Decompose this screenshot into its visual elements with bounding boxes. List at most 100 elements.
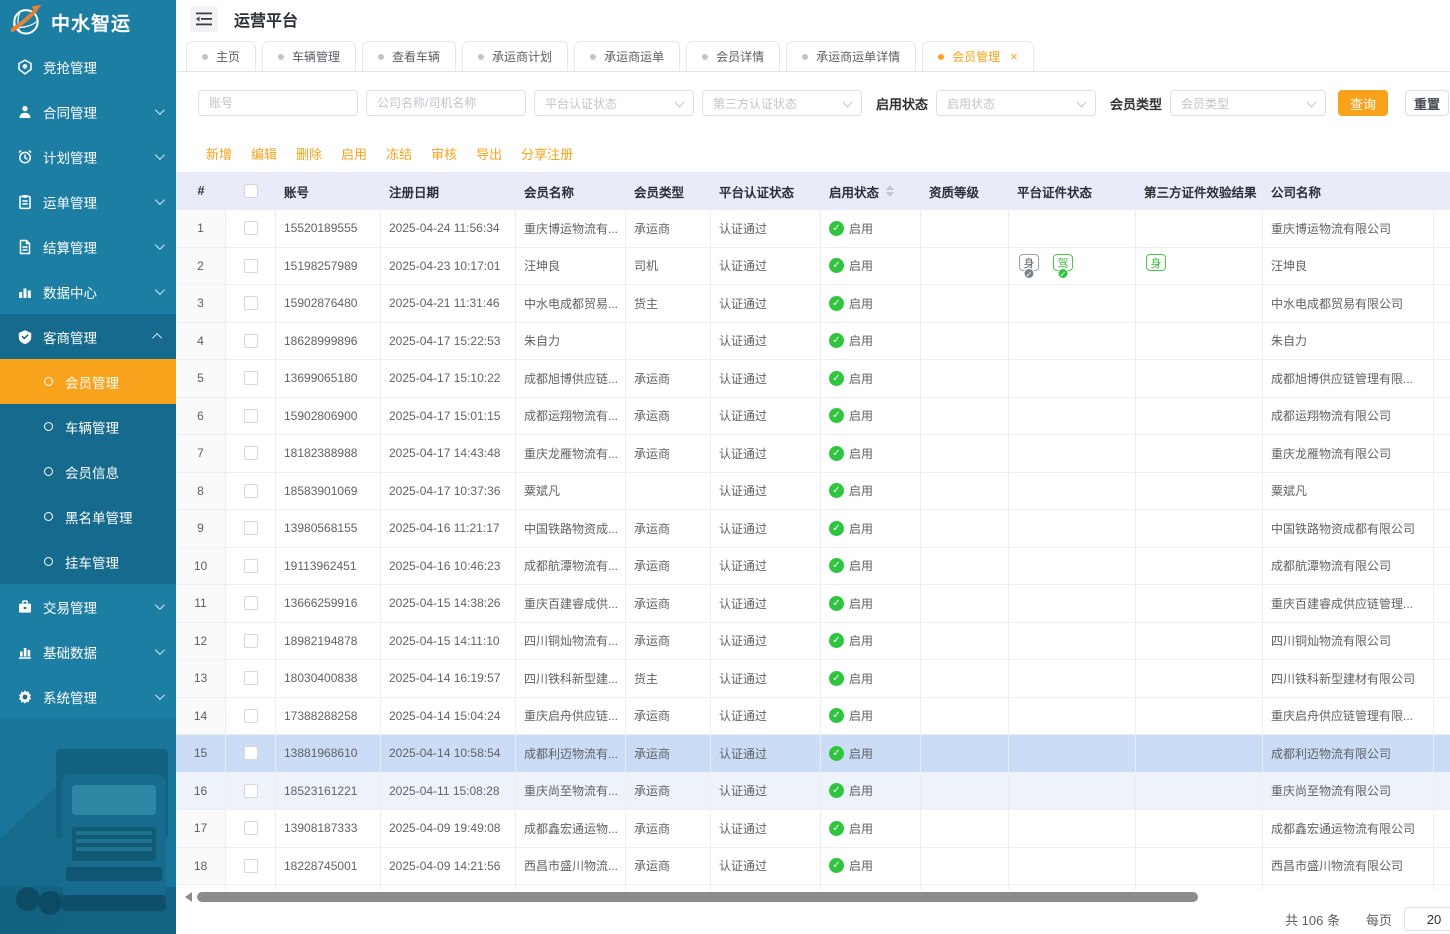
row-checkbox[interactable] [244,409,258,423]
row-checkbox[interactable] [244,709,258,723]
table-row[interactable]: 3159028764802025-04-21 11:31:46中水电成都贸易..… [176,285,1450,323]
row-checkbox[interactable] [244,296,258,310]
row-checkbox[interactable] [244,334,258,348]
row-registered-date: 2025-04-17 14:43:48 [381,435,516,472]
company-name-input[interactable] [366,90,526,116]
account-input[interactable] [198,90,358,116]
sidebar-item-8[interactable]: 基础数据 [0,629,176,674]
sidebar-subitem-4[interactable]: 挂车管理 [0,539,176,584]
sidebar-subitem-2[interactable]: 会员信息 [0,449,176,494]
close-icon[interactable]: × [1010,49,1018,64]
row-qualification [921,248,1009,285]
table-row[interactable]: 14173882882582025-04-14 15:04:24重庆启舟供应链.… [176,698,1450,736]
tab-承运商运单详情[interactable]: 承运商运单详情 [786,41,916,71]
row-checkbox[interactable] [244,746,258,760]
enabled-label: 启用 [849,520,873,537]
menu-fold-icon[interactable] [190,6,218,32]
table-row[interactable]: 2151982579892025-04-23 10:17:01汪坤良司机认证通过… [176,248,1450,286]
row-checkbox[interactable] [244,559,258,573]
check-circle-icon: ✓ [829,483,844,498]
sidebar-item-label: 客商管理 [43,327,155,347]
row-platform-certs: 身✓驾✓ [1009,248,1136,285]
table-row[interactable]: 18182287450012025-04-09 14:21:56西昌市盛川物流.… [176,848,1450,886]
row-checkbox[interactable] [244,859,258,873]
sidebar-item-9[interactable]: 系统管理 [0,674,176,719]
sidebar-item-4[interactable]: 结算管理 [0,224,176,269]
row-spacer [1434,510,1450,547]
tab-会员详情[interactable]: 会员详情 [686,41,780,71]
check-circle-icon: ✓ [829,821,844,836]
tab-车辆管理[interactable]: 车辆管理 [262,41,356,71]
tab-承运商运单[interactable]: 承运商运单 [574,41,680,71]
search-button[interactable]: 查询 [1338,90,1388,116]
table-row[interactable]: 5136990651802025-04-17 15:10:22成都旭博供应链..… [176,360,1450,398]
column-header-label: 会员名称 [524,182,574,201]
table-row[interactable]: 8185839010692025-04-17 10:37:36粟斌凡认证通过✓启… [176,473,1450,511]
row-account: 18228745001 [276,848,381,885]
scrollbar-thumb[interactable] [197,892,1198,902]
row-checkbox[interactable] [244,371,258,385]
action-link-新增[interactable]: 新增 [206,144,232,163]
sort-desc-icon[interactable] [886,192,894,197]
table-row[interactable]: 12189821948782025-04-15 14:11:10四川铜灿物流有.… [176,623,1450,661]
row-qualification [921,585,1009,622]
member-type-select[interactable]: 会员类型 [1170,90,1326,116]
row-checkbox[interactable] [244,259,258,273]
sidebar-item-3[interactable]: 运单管理 [0,179,176,224]
row-checkbox[interactable] [244,446,258,460]
row-checkbox[interactable] [244,484,258,498]
column-header-公司名称: 公司名称 [1263,172,1434,210]
row-checkbox[interactable] [244,671,258,685]
row-checkbox[interactable] [244,221,258,235]
sidebar-item-5[interactable]: 数据中心 [0,269,176,314]
sidebar-item-1[interactable]: 合同管理 [0,89,176,134]
row-checkbox[interactable] [244,784,258,798]
scroll-left-arrow-icon[interactable] [185,892,192,902]
tab-查看车辆[interactable]: 查看车辆 [362,41,456,71]
table-row[interactable]: 6159028069002025-04-17 15:01:15成都运翔物流有..… [176,398,1450,436]
table-row[interactable]: 7181823889882025-04-17 14:43:48重庆龙雁物流有..… [176,435,1450,473]
row-checkbox[interactable] [244,521,258,535]
row-enabled-status: ✓启用 [821,585,921,622]
table-row[interactable]: 15138819686102025-04-14 10:58:54成都利迈物流有.… [176,735,1450,773]
action-link-审核[interactable]: 审核 [431,144,457,163]
sidebar-item-7[interactable]: 交易管理 [0,584,176,629]
page-size-select[interactable]: 20 [1404,907,1450,931]
sidebar-subitem-1[interactable]: 车辆管理 [0,404,176,449]
action-link-编辑[interactable]: 编辑 [251,144,277,163]
third-party-auth-select[interactable]: 第三方认证状态 [702,90,862,116]
action-link-启用[interactable]: 启用 [341,144,367,163]
sidebar-item-6[interactable]: 客商管理 [0,314,176,359]
table-row[interactable]: 16185231612212025-04-11 15:08:28重庆尚至物流有.… [176,773,1450,811]
sidebar-item-2[interactable]: 计划管理 [0,134,176,179]
row-checkbox[interactable] [244,821,258,835]
action-link-冻结[interactable]: 冻结 [386,144,412,163]
table-row[interactable]: 9139805681552025-04-16 11:21:17中国铁路物资成..… [176,510,1450,548]
action-link-分享注册[interactable]: 分享注册 [521,144,573,163]
action-link-删除[interactable]: 删除 [296,144,322,163]
tab-会员管理[interactable]: 会员管理 × [922,41,1034,71]
chevron-down-icon [843,98,853,108]
tab-label: 会员管理 [952,48,1000,65]
table-row[interactable]: 4186289998962025-04-17 15:22:53朱自力认证通过✓启… [176,323,1450,361]
platform-auth-select[interactable]: 平台认证状态 [534,90,694,116]
sort-icons[interactable] [886,185,894,197]
table-row[interactable]: 13180304008382025-04-14 16:19:57四川铁科新型建.… [176,660,1450,698]
customer-shield-icon [16,328,33,345]
sort-asc-icon[interactable] [886,185,894,190]
table-row[interactable]: 1155201895552025-04-24 11:56:34重庆博运物流有..… [176,210,1450,248]
sidebar-item-0[interactable]: 竞抢管理 [0,44,176,89]
table-row[interactable]: 17139081873332025-04-09 19:49:08成都鑫宏通运物.… [176,810,1450,848]
table-row[interactable]: 10191139624512025-04-16 10:46:23成都航潭物流有.… [176,548,1450,586]
tab-主页[interactable]: 主页 [186,41,256,71]
reset-button[interactable]: 重置 [1405,90,1449,116]
sidebar-subitem-3[interactable]: 黑名单管理 [0,494,176,539]
row-checkbox[interactable] [244,596,258,610]
sidebar-subitem-0[interactable]: 会员管理 [0,359,176,404]
select-all-checkbox[interactable] [244,184,258,198]
table-row[interactable]: 11136662599162025-04-15 14:38:26重庆百建睿成供.… [176,585,1450,623]
row-checkbox[interactable] [244,634,258,648]
action-link-导出[interactable]: 导出 [476,144,502,163]
tab-承运商计划[interactable]: 承运商计划 [462,41,568,71]
enable-status-select[interactable]: 启用状态 [936,90,1096,116]
